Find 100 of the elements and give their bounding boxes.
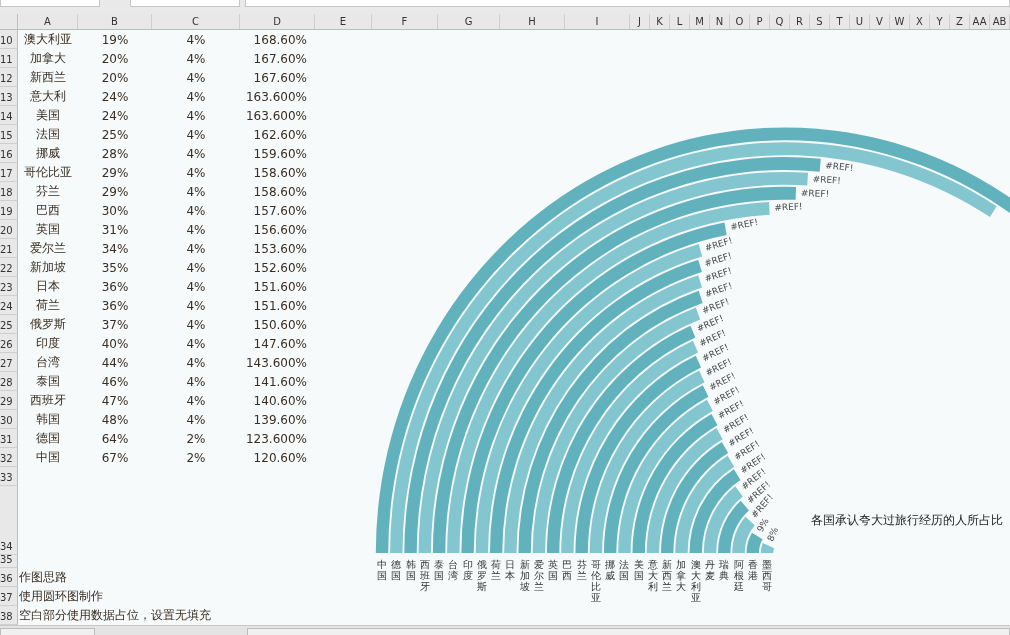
row-number[interactable]: 18 bbox=[0, 182, 18, 201]
column-header[interactable]: P bbox=[750, 14, 770, 29]
column-header[interactable]: H bbox=[500, 14, 565, 29]
function-field[interactable] bbox=[130, 0, 240, 7]
table-cell-text: 4% bbox=[185, 316, 207, 334]
column-header[interactable]: U bbox=[850, 14, 870, 29]
table-cell-text: 芬兰 bbox=[35, 183, 61, 200]
column-header[interactable]: O bbox=[730, 14, 750, 29]
category-label: 哥伦比亚 bbox=[590, 559, 601, 603]
note-text: 使用圆环图制作 bbox=[18, 588, 103, 605]
table-cell-text: 4% bbox=[185, 411, 207, 429]
row-number[interactable]: 36 bbox=[0, 568, 18, 587]
column-header[interactable]: D bbox=[240, 14, 315, 29]
table-cell-text: 29% bbox=[100, 164, 130, 182]
row-number[interactable]: 13 bbox=[0, 87, 18, 106]
table-cell-text: 加拿大 bbox=[29, 50, 67, 67]
row-number[interactable]: 34 bbox=[0, 486, 18, 555]
row-number[interactable]: 14 bbox=[0, 106, 18, 125]
column-header[interactable]: Y bbox=[930, 14, 950, 29]
table-cell-text: 4% bbox=[185, 354, 207, 372]
column-header[interactable]: AA bbox=[970, 14, 990, 29]
table-cell-text: 48% bbox=[100, 411, 130, 429]
column-header[interactable]: J bbox=[630, 14, 650, 29]
row-number[interactable]: 37 bbox=[0, 587, 18, 606]
category-label: 爱尔兰 bbox=[533, 559, 544, 592]
row-number[interactable]: 30 bbox=[0, 410, 18, 429]
category-label: 韩国 bbox=[405, 559, 416, 581]
column-header[interactable]: G bbox=[438, 14, 500, 29]
column-header[interactable]: C bbox=[152, 14, 240, 29]
table-cell-text: 34% bbox=[100, 240, 130, 258]
table-cell-text: 67% bbox=[100, 449, 130, 467]
column-header[interactable]: K bbox=[650, 14, 670, 29]
column-header[interactable]: AB bbox=[990, 14, 1010, 29]
column-header[interactable]: F bbox=[372, 14, 438, 29]
table-cell-text: 20% bbox=[100, 50, 130, 68]
horizontal-scrollbar[interactable] bbox=[247, 628, 1010, 635]
column-header[interactable]: N bbox=[710, 14, 730, 29]
formula-field[interactable] bbox=[245, 0, 1010, 7]
row-number[interactable]: 27 bbox=[0, 353, 18, 372]
column-header[interactable]: L bbox=[670, 14, 690, 29]
chart-title: 各国承认夸大过旅行经历的人所占比 bbox=[793, 499, 1010, 541]
column-header[interactable]: Q bbox=[770, 14, 790, 29]
category-label: 美国 bbox=[633, 559, 644, 581]
category-label: 澳大利亚 bbox=[690, 559, 701, 603]
column-header[interactable]: Z bbox=[950, 14, 970, 29]
row-number[interactable]: 10 bbox=[0, 30, 18, 49]
table-cell-text: 4% bbox=[185, 335, 207, 353]
sheet-tab-area[interactable] bbox=[0, 628, 95, 635]
table-cell-text: 印度 bbox=[35, 335, 61, 352]
data-label: #REF! bbox=[774, 201, 803, 213]
row-number[interactable]: 21 bbox=[0, 239, 18, 258]
table-cell-text: 159.60% bbox=[252, 145, 308, 163]
table-cell-text: 46% bbox=[100, 373, 130, 391]
row-number[interactable]: 17 bbox=[0, 163, 18, 182]
row-number[interactable]: 16 bbox=[0, 144, 18, 163]
row-number[interactable]: 35 bbox=[0, 555, 18, 568]
table-cell-text: 36% bbox=[100, 297, 130, 315]
table-cell-text: 158.60% bbox=[252, 183, 308, 201]
row-number[interactable]: 19 bbox=[0, 201, 18, 220]
column-header[interactable]: V bbox=[870, 14, 890, 29]
row-number[interactable]: 29 bbox=[0, 391, 18, 410]
table-cell-text: 152.60% bbox=[252, 259, 308, 277]
column-header[interactable]: M bbox=[690, 14, 710, 29]
column-header[interactable]: T bbox=[830, 14, 850, 29]
table-cell-text: 35% bbox=[100, 259, 130, 277]
column-header[interactable]: B bbox=[78, 14, 152, 29]
table-cell-text: 143.600% bbox=[244, 354, 308, 372]
table-cell-text: 40% bbox=[100, 335, 130, 353]
category-label: 丹麦 bbox=[704, 559, 715, 581]
row-number[interactable]: 20 bbox=[0, 220, 18, 239]
row-number[interactable]: 38 bbox=[0, 606, 18, 625]
row-number[interactable]: 23 bbox=[0, 277, 18, 296]
category-label: 香港 bbox=[747, 559, 758, 581]
row-number[interactable]: 11 bbox=[0, 49, 18, 68]
note-text: 作图思路 bbox=[18, 569, 67, 586]
column-header[interactable]: W bbox=[890, 14, 910, 29]
table-cell-text: 新西兰 bbox=[29, 69, 67, 86]
row-number[interactable]: 12 bbox=[0, 68, 18, 87]
category-label: 德国 bbox=[391, 559, 402, 581]
table-cell-text: 4% bbox=[185, 259, 207, 277]
row-number[interactable]: 22 bbox=[0, 258, 18, 277]
row-number[interactable]: 26 bbox=[0, 334, 18, 353]
category-label: 法国 bbox=[619, 559, 630, 581]
category-label: 泰国 bbox=[434, 559, 445, 581]
table-cell-text: 4% bbox=[185, 50, 207, 68]
column-header[interactable]: R bbox=[790, 14, 810, 29]
row-number[interactable]: 24 bbox=[0, 296, 18, 315]
row-number[interactable]: 32 bbox=[0, 448, 18, 467]
column-header[interactable]: X bbox=[910, 14, 930, 29]
row-number[interactable]: 15 bbox=[0, 125, 18, 144]
row-number[interactable]: 25 bbox=[0, 315, 18, 334]
column-header[interactable]: S bbox=[810, 14, 830, 29]
name-box[interactable] bbox=[0, 0, 100, 7]
column-header[interactable]: I bbox=[565, 14, 630, 29]
row-number[interactable]: 31 bbox=[0, 429, 18, 448]
row-number[interactable]: 28 bbox=[0, 372, 18, 391]
row-number[interactable]: 33 bbox=[0, 467, 18, 486]
column-header[interactable]: A bbox=[18, 14, 78, 29]
table-cell-text: 西班牙 bbox=[29, 392, 67, 409]
column-header[interactable]: E bbox=[315, 14, 372, 29]
